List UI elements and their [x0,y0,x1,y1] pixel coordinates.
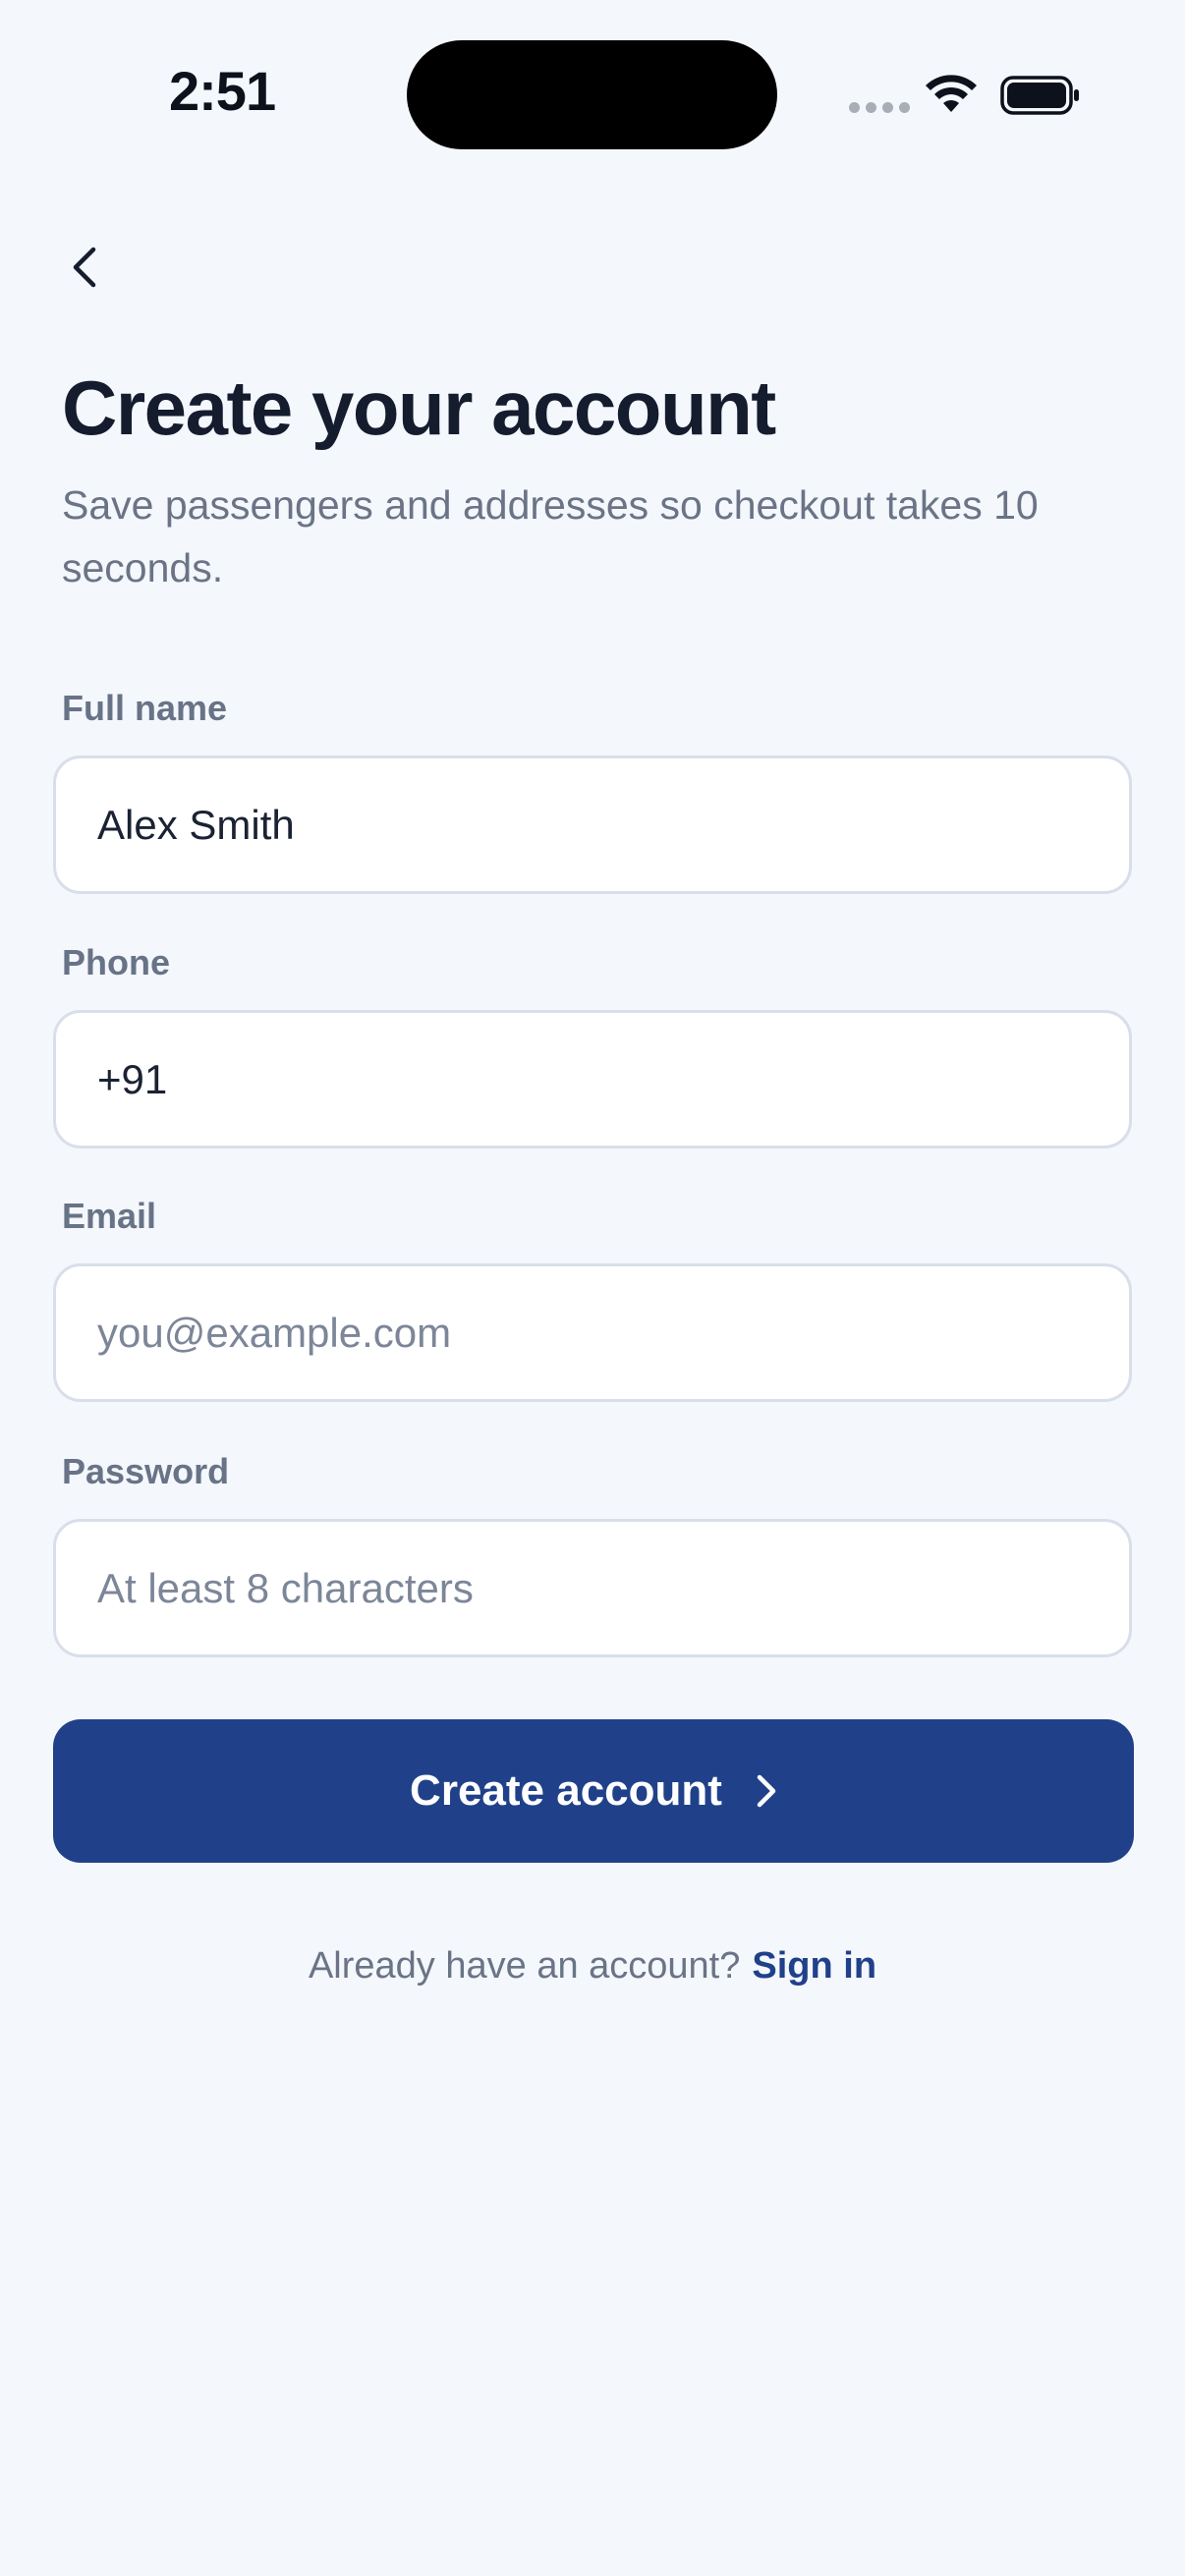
signup-screen: 2:51 Create your account Save passengers… [0,0,1185,2576]
signin-prompt: Already have an account? Sign in [0,1945,1185,1988]
signin-prompt-text: Already have an account? [308,1945,741,1987]
status-time: 2:51 [169,60,276,122]
dynamic-island [407,40,777,149]
create-account-button-label: Create account [410,1766,722,1815]
email-label: Email [62,1196,157,1236]
page-title: Create your account [62,364,776,451]
wifi-icon [926,75,977,112]
email-input[interactable] [53,1263,1132,1402]
back-button[interactable] [55,232,114,303]
phone-label: Phone [62,942,171,982]
sign-in-link[interactable]: Sign in [752,1945,876,1987]
chevron-right-icon [757,1774,776,1808]
phone-input[interactable] [53,1010,1132,1148]
create-account-button[interactable]: Create account [53,1719,1134,1863]
full-name-label: Full name [62,688,228,728]
cellular-signal-icon [849,102,910,113]
page-subtitle: Save passengers and addresses so checkou… [62,482,1039,590]
password-input[interactable] [53,1519,1132,1657]
password-label: Password [62,1451,230,1491]
chevron-left-icon [73,247,96,288]
full-name-input[interactable] [53,756,1132,894]
battery-icon [1000,76,1079,115]
